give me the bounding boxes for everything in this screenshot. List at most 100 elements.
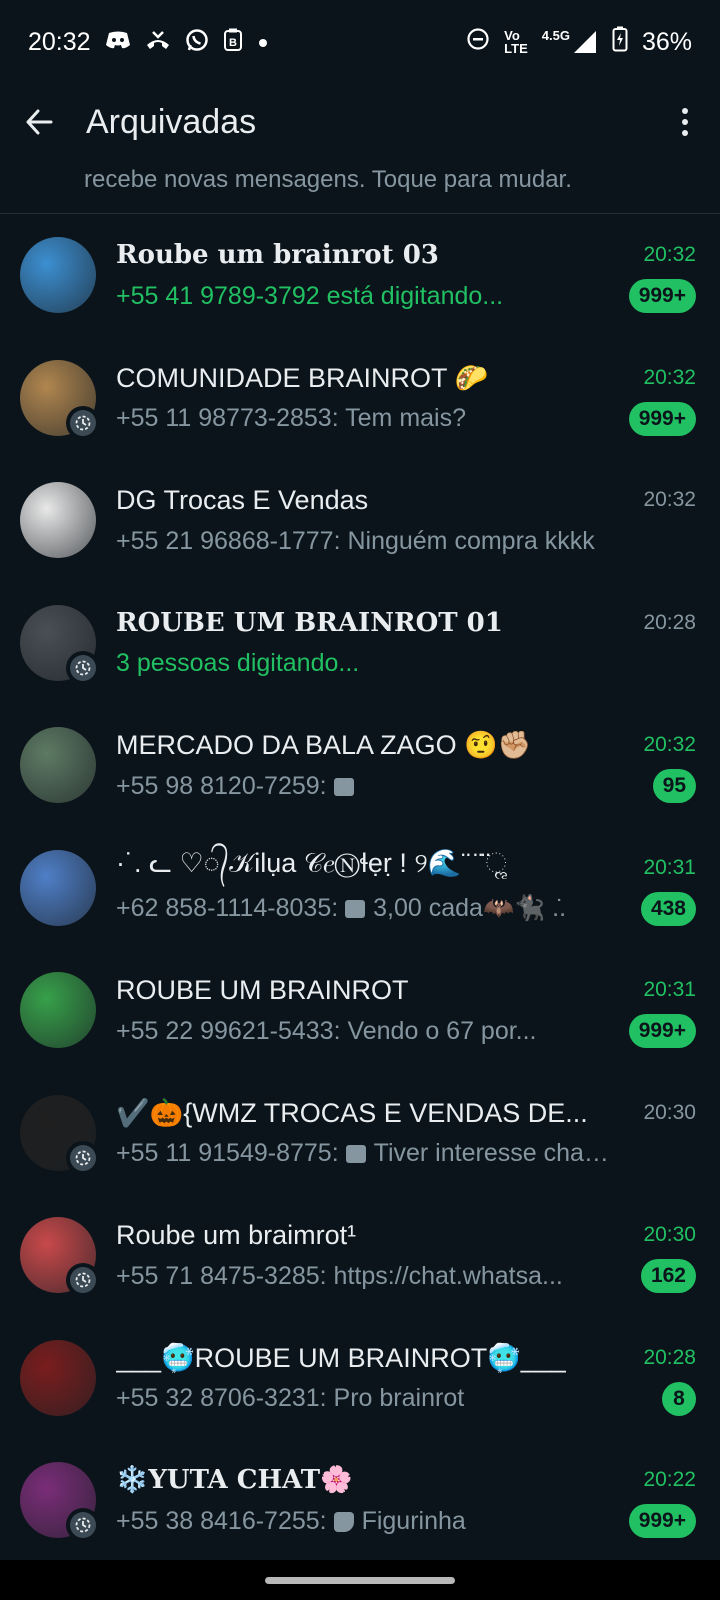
arrow-back-icon: [26, 109, 53, 135]
archive-settings-notice[interactable]: recebe novas mensagens. Toque para mudar…: [0, 160, 720, 214]
chat-preview: +55 11 98773-2853: Tem mais?: [116, 404, 467, 433]
chat-content: ROUBE UM BRAINROT 20:31 +55 22 99621-5433:…: [116, 969, 696, 1051]
chat-name: Roube um brainrot 03: [116, 240, 439, 271]
unread-count-badge: 999+: [628, 1504, 696, 1539]
avatar-image: [20, 849, 96, 926]
chat-preview: +55 41 9789-3792 está digitando...: [116, 281, 504, 310]
page-title: Arquivadas: [86, 102, 257, 141]
chat-avatar[interactable]: [20, 1217, 100, 1298]
home-gesture-pill[interactable]: [265, 1576, 455, 1584]
chat-preview: +55 32 8706-3231: Pro brainrot: [116, 1384, 465, 1413]
dnd-icon: [466, 27, 490, 58]
svg-text:B: B: [229, 37, 237, 49]
chat-time: 20:32: [643, 733, 696, 757]
chat-avatar[interactable]: [20, 1094, 100, 1175]
chat-content: MERCADO DA BALA ZAGO 🤨✊🏼 20:32 +55 98 8120…: [116, 724, 696, 806]
chat-row[interactable]: COMUNIDADE BRAINROT 🌮 20:32 +55 11 98773-2…: [0, 337, 720, 460]
chat-preview: +55 38 8416-7255: Figurinha: [116, 1506, 466, 1535]
chat-name: ❄️YUTA CHAT🌸: [116, 1465, 353, 1496]
chat-time: 20:32: [643, 488, 696, 512]
chat-avatar[interactable]: [20, 482, 96, 559]
battery-percent: 36%: [641, 27, 692, 56]
chat-content: ___🥶ROUBE UM BRAINROT🥶___ 20:28 +55 32 870…: [116, 1337, 696, 1419]
chat-name: ROUBE UM BRAINROT 01: [116, 607, 503, 638]
chat-time: 20:28: [643, 610, 696, 634]
dot-icon: [257, 31, 269, 53]
chat-avatar[interactable]: [20, 359, 100, 440]
chat-avatar[interactable]: [20, 604, 100, 685]
signal-icon: 4.5G: [542, 29, 598, 55]
photo-icon: [333, 777, 354, 796]
chat-content: Roube um braimrot¹ 20:30 +55 71 8475-3285:…: [116, 1214, 696, 1296]
chat-content: ✔️🎃{WMZ TROCAS E VENDAS DE... 20:30 +55 11…: [116, 1092, 696, 1174]
unread-count-badge: 438: [640, 891, 696, 926]
chat-avatar[interactable]: [20, 972, 96, 1049]
community-icon: [66, 405, 100, 440]
chat-name: ·˙. ᓚ ♡᭄𝒦ilụa 𝒞𝑒Ⓝɬẹṛ ! ୨🌊¨ ̈ ̈ૢ: [116, 848, 507, 879]
battery-charging-icon: [612, 26, 628, 59]
chat-avatar[interactable]: [20, 1339, 96, 1416]
status-bar: 20:32 B Vo LTE 4.5G 36%: [0, 0, 720, 84]
more-options-button[interactable]: [670, 102, 700, 142]
chat-row[interactable]: Roube um brainrot 03 20:32 +55 41 9789-379…: [0, 214, 720, 337]
community-icon: [66, 1508, 100, 1543]
back-button[interactable]: [20, 103, 58, 141]
unread-count-badge: 8: [662, 1381, 696, 1416]
chat-row[interactable]: ❄️YUTA CHAT🌸 20:22 +55 38 8416-7255: Figur…: [0, 1439, 720, 1562]
chat-content: ·˙. ᓚ ♡᭄𝒦ilụa 𝒞𝑒Ⓝɬẹṛ ! ୨🌊¨ ̈ ̈ૢ 20:31 +62 …: [116, 847, 696, 929]
unread-count-badge: 162: [640, 1259, 696, 1294]
chat-time: 20:32: [643, 365, 696, 389]
chat-row[interactable]: ___🥶ROUBE UM BRAINROT🥶___ 20:28 +55 32 870…: [0, 1317, 720, 1440]
chat-name: MERCADO DA BALA ZAGO 🤨✊🏼: [116, 730, 532, 761]
avatar-image: [20, 972, 96, 1049]
unread-count-badge: 999+: [628, 279, 696, 314]
chat-preview: +55 71 8475-3285: https://chat.whatsa...: [116, 1261, 563, 1290]
chat-name: Roube um braimrot¹: [116, 1219, 357, 1250]
chat-row[interactable]: ·˙. ᓚ ♡᭄𝒦ilụa 𝒞𝑒Ⓝɬẹṛ ! ୨🌊¨ ̈ ̈ૢ 20:31 +62 …: [0, 827, 720, 950]
chat-avatar[interactable]: [20, 849, 96, 926]
chat-time: 20:32: [643, 243, 696, 267]
chat-time: 20:31: [643, 978, 696, 1002]
chat-row[interactable]: ROUBE UM BRAINROT 01 20:28 3 pessoas digit…: [0, 582, 720, 705]
chat-name: COMUNIDADE BRAINROT 🌮: [116, 362, 489, 393]
unread-count-badge: 999+: [628, 1014, 696, 1049]
chat-preview: +55 98 8120-7259:: [116, 772, 362, 801]
avatar-image: [20, 1339, 96, 1416]
whatsapp-icon: [185, 28, 209, 56]
chat-name: ✔️🎃{WMZ TROCAS E VENDAS DE...: [116, 1097, 588, 1128]
chat-name: ___🥶ROUBE UM BRAINROT🥶___: [116, 1342, 566, 1373]
chat-preview: +55 11 91549-8775: Tiver interesse cham.…: [116, 1139, 616, 1168]
notice-text: recebe novas mensagens. Toque para mudar…: [84, 166, 572, 193]
chat-avatar[interactable]: [20, 237, 96, 314]
b-app-icon: B: [223, 28, 243, 56]
community-icon: [66, 1140, 100, 1175]
photo-icon: [345, 900, 366, 919]
chat-name: ROUBE UM BRAINROT: [116, 974, 409, 1005]
app-bar: Arquivadas: [0, 84, 720, 160]
network-type: 4.5G: [541, 28, 570, 43]
chat-avatar[interactable]: [20, 1462, 100, 1543]
unread-count-badge: 95: [652, 769, 696, 804]
chat-avatar[interactable]: [20, 727, 96, 804]
more-vert-icon: [682, 108, 688, 114]
missed-call-icon: [145, 29, 171, 55]
chat-row[interactable]: DG Trocas E Vendas 20:32 +55 21 96868-1777…: [0, 459, 720, 582]
chat-preview: +55 21 96868-1777: Ninguém compra kkkk: [116, 526, 595, 555]
chat-row[interactable]: ROUBE UM BRAINROT 20:31 +55 22 99621-5433:…: [0, 949, 720, 1072]
chat-row[interactable]: MERCADO DA BALA ZAGO 🤨✊🏼 20:32 +55 98 8120…: [0, 704, 720, 827]
community-icon: [66, 650, 100, 685]
chat-content: ROUBE UM BRAINROT 01 20:28 3 pessoas digit…: [116, 602, 696, 684]
chat-content: Roube um brainrot 03 20:32 +55 41 9789-379…: [116, 234, 696, 316]
chat-time: 20:22: [643, 1468, 696, 1492]
avatar-image: [20, 237, 96, 314]
chat-time: 20:30: [643, 1223, 696, 1247]
chat-row[interactable]: Roube um braimrot¹ 20:30 +55 71 8475-3285:…: [0, 1194, 720, 1317]
chat-row[interactable]: ✔️🎃{WMZ TROCAS E VENDAS DE... 20:30 +55 11…: [0, 1072, 720, 1195]
volte-icon: Vo LTE: [504, 28, 528, 56]
photo-icon: [345, 1145, 366, 1164]
sticker-icon: [333, 1511, 354, 1532]
chat-content: ❄️YUTA CHAT🌸 20:22 +55 38 8416-7255: Figur…: [116, 1459, 696, 1541]
unread-count-badge: 999+: [628, 401, 696, 436]
chat-content: DG Trocas E Vendas 20:32 +55 21 96868-1777…: [116, 479, 696, 561]
community-icon: [66, 1263, 100, 1298]
